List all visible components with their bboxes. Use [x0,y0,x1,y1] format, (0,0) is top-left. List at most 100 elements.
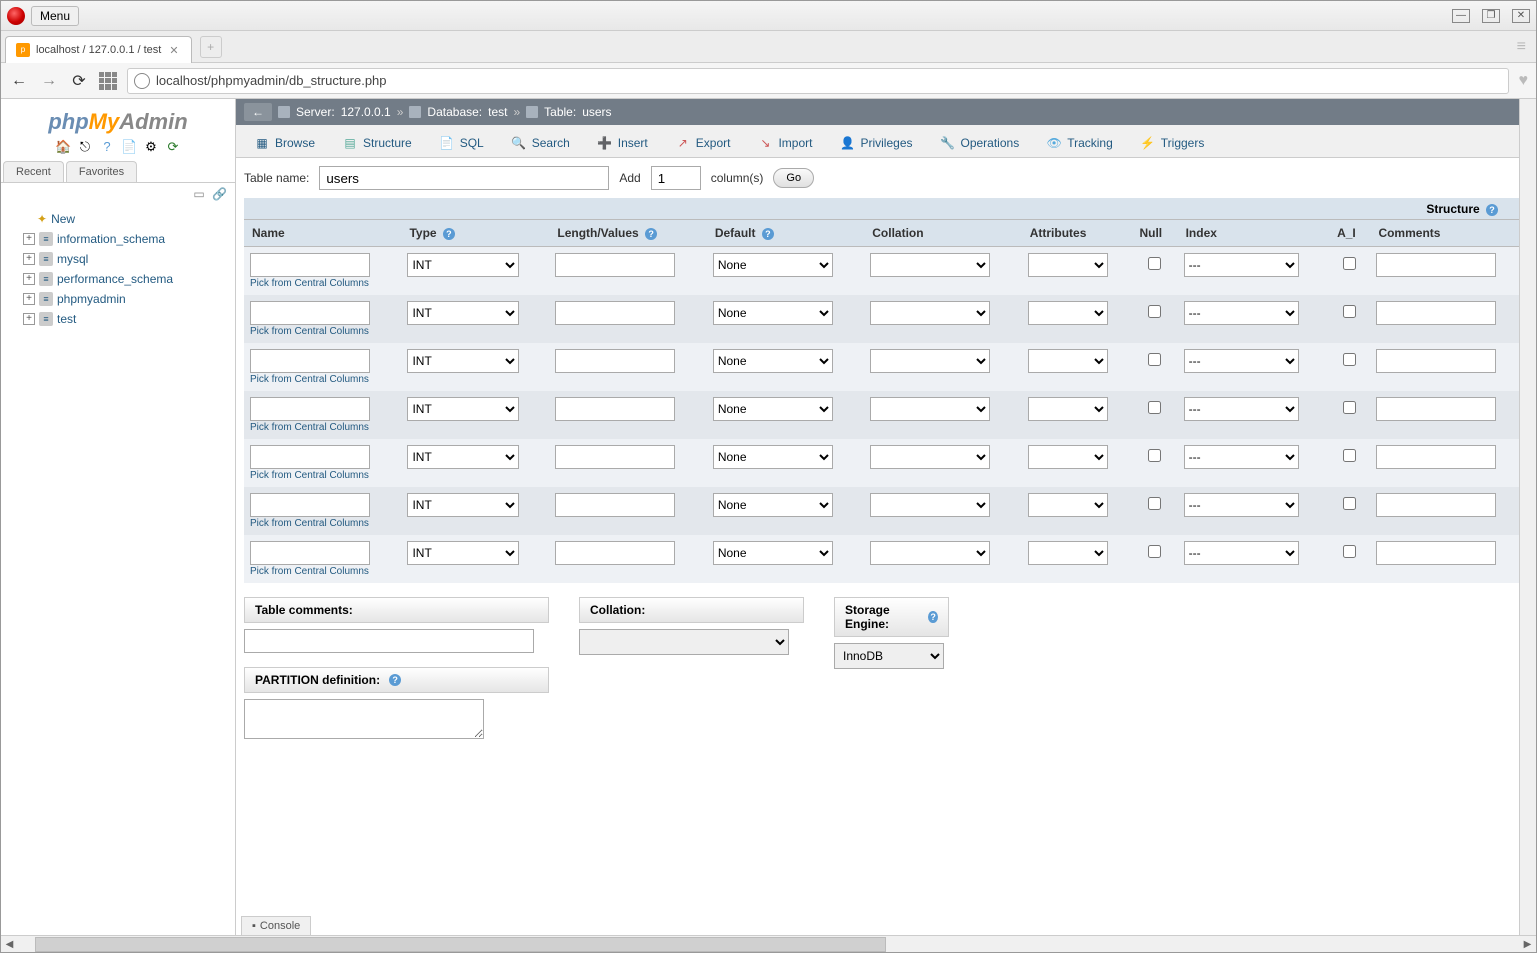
browser-menu-button[interactable]: Menu [31,6,79,26]
col-attributes-select[interactable] [1028,541,1108,565]
col-default-select[interactable]: None [713,397,833,421]
breadcrumb-back-icon[interactable]: ← [244,103,272,121]
pick-central-columns-link[interactable]: Pick from Central Columns [250,518,369,529]
col-type-select[interactable]: INT [407,253,519,277]
col-ai-checkbox[interactable] [1343,257,1356,270]
scroll-right-icon[interactable]: ▶ [1519,936,1536,953]
expand-icon[interactable]: + [23,313,35,325]
col-attributes-select[interactable] [1028,253,1108,277]
col-null-checkbox[interactable] [1148,401,1161,414]
col-length-input[interactable] [555,493,675,517]
col-default-select[interactable]: None [713,493,833,517]
pick-central-columns-link[interactable]: Pick from Central Columns [250,422,369,433]
docs-icon[interactable]: ? [99,139,115,155]
link-icon[interactable]: 🔗 [212,187,227,201]
minimize-button[interactable]: — [1452,9,1470,23]
partition-textarea[interactable] [244,699,484,739]
tab-operations[interactable]: 🔧Operations [928,129,1033,157]
bc-server-link[interactable]: 127.0.0.1 [341,105,391,119]
col-name-input[interactable] [250,397,370,421]
help-icon[interactable]: ? [443,228,455,240]
tab-triggers[interactable]: ⚡Triggers [1128,129,1218,157]
col-comments-input[interactable] [1376,301,1496,325]
help-icon[interactable]: ? [762,228,774,240]
scrollbar-thumb[interactable] [35,937,886,952]
help-icon[interactable]: ? [389,674,401,686]
col-null-checkbox[interactable] [1148,449,1161,462]
col-name-input[interactable] [250,349,370,373]
col-name-input[interactable] [250,541,370,565]
tab-sql[interactable]: 📄SQL [427,129,497,157]
col-null-checkbox[interactable] [1148,353,1161,366]
col-default-select[interactable]: None [713,253,833,277]
col-index-select[interactable]: --- [1184,541,1299,565]
col-collation-select[interactable] [870,445,990,469]
col-null-checkbox[interactable] [1148,257,1161,270]
tab-export[interactable]: ↗Export [663,129,744,157]
browser-tab[interactable]: p localhost / 127.0.0.1 / test ✕ [5,36,192,63]
col-index-select[interactable]: --- [1184,445,1299,469]
bookmark-heart-icon[interactable]: ♥ [1519,72,1529,90]
col-attributes-select[interactable] [1028,493,1108,517]
forward-button[interactable]: → [39,72,59,90]
col-ai-checkbox[interactable] [1343,353,1356,366]
col-comments-input[interactable] [1376,493,1496,517]
col-name-input[interactable] [250,301,370,325]
col-attributes-select[interactable] [1028,397,1108,421]
expand-icon[interactable]: + [23,273,35,285]
expand-icon[interactable]: + [23,253,35,265]
expand-icon[interactable]: + [23,293,35,305]
vertical-scrollbar[interactable] [1519,99,1536,935]
col-type-select[interactable]: INT [407,301,519,325]
home-icon[interactable]: 🏠 [55,139,71,155]
expand-icon[interactable]: + [23,233,35,245]
col-comments-input[interactable] [1376,541,1496,565]
pma-logo[interactable]: phpMyAdmin [1,99,235,139]
sidebar-tab-recent[interactable]: Recent [3,161,64,182]
go-button[interactable]: Go [773,168,814,188]
col-length-input[interactable] [555,253,675,277]
col-type-select[interactable]: INT [407,445,519,469]
col-ai-checkbox[interactable] [1343,401,1356,414]
col-null-checkbox[interactable] [1148,545,1161,558]
tab-import[interactable]: ↘Import [745,129,825,157]
col-default-select[interactable]: None [713,349,833,373]
col-index-select[interactable]: --- [1184,301,1299,325]
db-tree-item[interactable]: +≡performance_schema [7,269,229,289]
col-null-checkbox[interactable] [1148,305,1161,318]
col-ai-checkbox[interactable] [1343,497,1356,510]
db-tree-item[interactable]: +≡information_schema [7,229,229,249]
col-length-input[interactable] [555,349,675,373]
col-index-select[interactable]: --- [1184,349,1299,373]
col-index-select[interactable]: --- [1184,493,1299,517]
col-collation-select[interactable] [870,541,990,565]
col-attributes-select[interactable] [1028,349,1108,373]
col-index-select[interactable]: --- [1184,253,1299,277]
maximize-button[interactable]: ❐ [1482,9,1500,23]
col-length-input[interactable] [555,445,675,469]
col-collation-select[interactable] [870,301,990,325]
col-comments-input[interactable] [1376,253,1496,277]
pick-central-columns-link[interactable]: Pick from Central Columns [250,470,369,481]
new-tab-button[interactable]: + [200,36,222,58]
scroll-left-icon[interactable]: ◀ [1,936,18,953]
col-index-select[interactable]: --- [1184,397,1299,421]
col-ai-checkbox[interactable] [1343,449,1356,462]
col-comments-input[interactable] [1376,397,1496,421]
col-collation-select[interactable] [870,493,990,517]
col-ai-checkbox[interactable] [1343,305,1356,318]
col-null-checkbox[interactable] [1148,497,1161,510]
table-comments-input[interactable] [244,629,534,653]
col-comments-input[interactable] [1376,445,1496,469]
col-attributes-select[interactable] [1028,445,1108,469]
col-collation-select[interactable] [870,397,990,421]
help-icon[interactable]: ? [928,611,938,623]
col-collation-select[interactable] [870,253,990,277]
tab-close-icon[interactable]: ✕ [167,44,180,57]
bc-db-link[interactable]: test [488,105,507,119]
pick-central-columns-link[interactable]: Pick from Central Columns [250,326,369,337]
help-icon[interactable]: ? [1486,204,1498,216]
help-icon[interactable]: ? [645,228,657,240]
tab-browse[interactable]: ▦Browse [242,129,328,157]
add-columns-input[interactable] [651,166,701,190]
